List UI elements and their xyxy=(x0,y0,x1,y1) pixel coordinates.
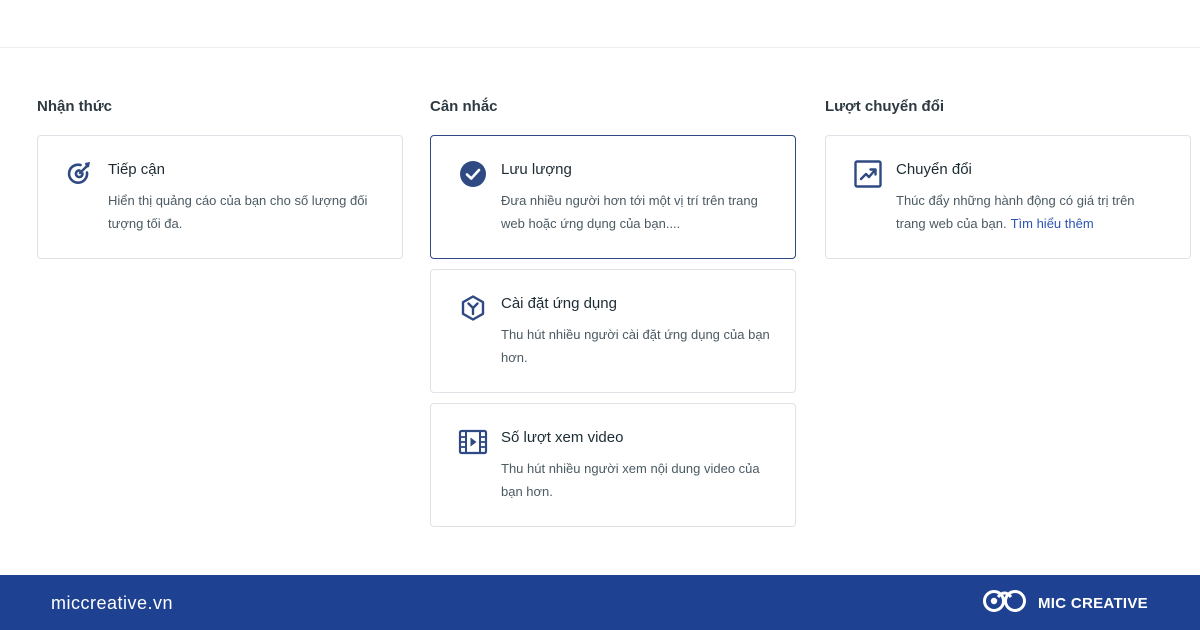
top-divider xyxy=(0,47,1200,48)
target-icon xyxy=(64,158,96,190)
card-description: Thu hút nhiều người xem nội dung video c… xyxy=(501,461,760,499)
card-description: Thu hút nhiều người cài đặt ứng dụng của… xyxy=(501,327,770,365)
card-title: Lưu lượng xyxy=(501,161,572,178)
footer-bar: miccreative.vn MIC CREATIVE xyxy=(0,575,1200,630)
video-icon xyxy=(457,426,489,458)
card-title: Chuyển đổi xyxy=(896,161,972,178)
card-title: Cài đặt ứng dụng xyxy=(501,295,617,312)
objective-card-app-install[interactable]: Cài đặt ứng dụng Thu hút nhiều người cài… xyxy=(430,269,796,393)
column-title: Nhận thức xyxy=(37,98,113,115)
column-title: Lượt chuyển đổi xyxy=(825,98,945,115)
column-consideration: Cân nhắc Lưu lượng Đưa nhiều người hơn t… xyxy=(430,96,796,527)
brand-name: MIC CREATIVE xyxy=(1038,594,1148,612)
objective-card-conversions[interactable]: Chuyển đổi Thúc đẩy những hành động có g… xyxy=(825,135,1191,259)
trend-chart-icon xyxy=(852,158,884,190)
column-title: Cân nhắc xyxy=(430,98,498,115)
column-conversion: Lượt chuyển đổi Chuyển đổi Thúc đẩy nhữn… xyxy=(825,96,1191,259)
brand-logo-icon xyxy=(982,587,1028,620)
card-title: Tiếp cận xyxy=(108,161,165,178)
column-awareness: Nhận thức Tiếp cận Hiển thị quảng cáo củ… xyxy=(37,96,403,259)
objective-card-reach[interactable]: Tiếp cận Hiển thị quảng cáo của bạn cho … xyxy=(37,135,403,259)
card-description: Thúc đẩy những hành động có giá trị trên… xyxy=(896,189,1166,235)
footer-website-url[interactable]: miccreative.vn xyxy=(51,592,173,614)
check-circle-icon xyxy=(457,158,489,190)
objective-card-video-views[interactable]: Số lượt xem video Thu hút nhiều người xe… xyxy=(430,403,796,527)
card-description: Đưa nhiều người hơn tới một vị trí trên … xyxy=(501,193,758,231)
card-title: Số lượt xem video xyxy=(501,429,624,446)
card-description: Hiển thị quảng cáo của bạn cho số lượng … xyxy=(108,193,368,231)
learn-more-link[interactable]: Tìm hiểu thêm xyxy=(1011,216,1094,231)
objective-card-traffic[interactable]: Lưu lượng Đưa nhiều người hơn tới một vị… xyxy=(430,135,796,259)
brand: MIC CREATIVE xyxy=(982,589,1148,617)
app-install-icon xyxy=(457,292,489,324)
